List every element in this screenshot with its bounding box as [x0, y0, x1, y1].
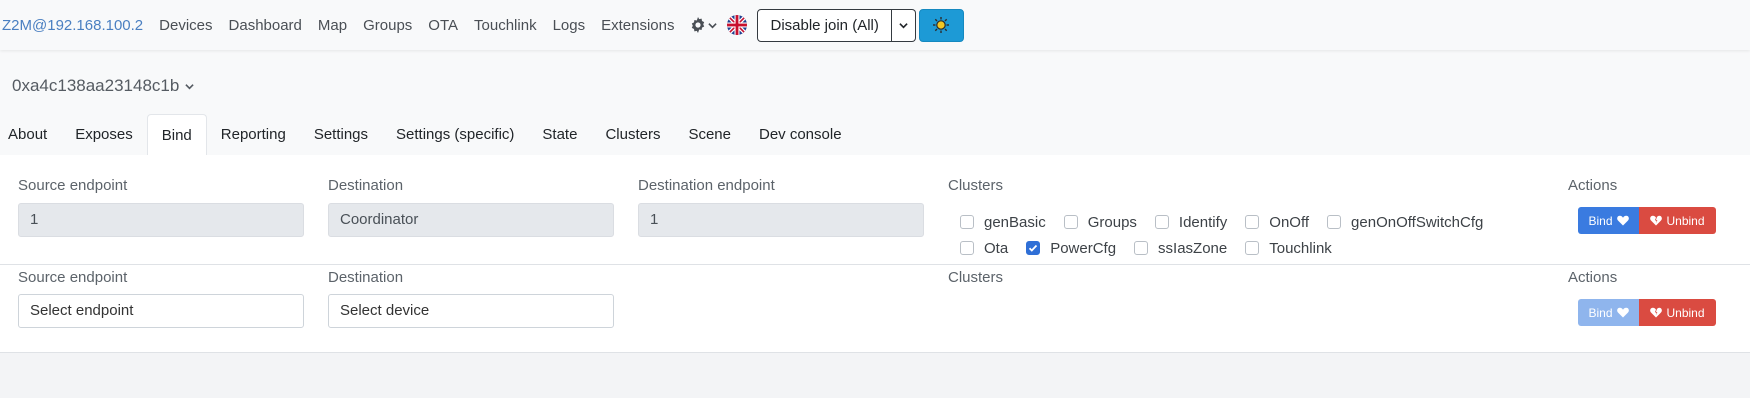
- tab-state[interactable]: State: [528, 114, 591, 156]
- nav-touchlink[interactable]: Touchlink: [474, 17, 537, 34]
- tab-bind[interactable]: Bind: [146, 114, 207, 156]
- language-flag-icon[interactable]: [727, 15, 748, 35]
- cluster-checkbox-touchlink[interactable]: Touchlink: [1245, 240, 1332, 257]
- device-title: 0xa4c138aa23148c1b: [12, 76, 180, 95]
- clusters-checkbox-group: genBasic Groups Identify OnOff genOnOffSwitc…: [960, 209, 1520, 261]
- cluster-label: genOnOffSwitchCfg: [1351, 213, 1484, 231]
- nav-devices[interactable]: Devices: [159, 17, 212, 34]
- unbind-button-label: Unbind: [1666, 305, 1705, 320]
- tab-reporting[interactable]: Reporting: [207, 114, 300, 156]
- cluster-checkbox-powercfg[interactable]: PowerCfg: [1026, 240, 1116, 257]
- tab-settings-specific[interactable]: Settings (specific): [382, 114, 528, 156]
- clusters-label: Clusters: [948, 177, 1004, 194]
- destination-label: Destination: [328, 177, 404, 194]
- gear-icon: [692, 17, 705, 33]
- disable-join-button[interactable]: Disable join (All): [757, 8, 892, 42]
- tab-settings[interactable]: Settings: [300, 114, 382, 156]
- nav-logs[interactable]: Logs: [553, 17, 586, 34]
- cluster-label: Groups: [1087, 213, 1137, 231]
- cluster-label: Ota: [984, 239, 1009, 257]
- cluster-checkbox-groups[interactable]: Groups: [1063, 213, 1137, 231]
- tab-exposes[interactable]: Exposes: [61, 114, 147, 156]
- device-selector[interactable]: 0xa4c138aa23148c1b: [12, 76, 195, 96]
- checkbox-icon[interactable]: [1154, 215, 1169, 229]
- cluster-label: Identify: [1178, 213, 1228, 231]
- source-endpoint-label: Source endpoint: [18, 177, 128, 194]
- checkbox-icon[interactable]: [960, 241, 974, 255]
- destination-endpoint-label: Destination endpoint: [638, 177, 775, 194]
- new-binding-row: Source endpoint Select endpoint Destinat…: [0, 265, 1750, 353]
- chevron-down-icon: [185, 83, 195, 89]
- cluster-label: ssIasZone: [1158, 239, 1228, 257]
- unbind-button[interactable]: Unbind: [1639, 207, 1716, 234]
- tab-scene[interactable]: Scene: [674, 114, 745, 156]
- cluster-checkbox-identify[interactable]: Identify: [1154, 213, 1228, 231]
- checkbox-icon[interactable]: [1327, 215, 1342, 229]
- sun-icon: [933, 17, 950, 33]
- theme-toggle-button[interactable]: [918, 8, 964, 42]
- broken-heart-icon: [1650, 307, 1663, 318]
- binding-row: Source endpoint 1 Destination Coordinato…: [0, 155, 1750, 265]
- cluster-checkbox-ota[interactable]: Ota: [960, 240, 1008, 257]
- chevron-down-icon: [708, 22, 718, 28]
- cluster-checkbox-ssiaszone[interactable]: ssIasZone: [1134, 240, 1227, 257]
- unbind-button[interactable]: Unbind: [1639, 299, 1716, 326]
- bind-button-label: Bind: [1588, 305, 1613, 320]
- cluster-checkbox-onoff[interactable]: OnOff: [1245, 214, 1309, 231]
- cluster-label: PowerCfg: [1050, 239, 1117, 257]
- tab-clusters[interactable]: Clusters: [591, 114, 674, 156]
- cluster-checkbox-genonoffswitchcfg[interactable]: genOnOffSwitchCfg: [1327, 214, 1483, 231]
- nav-dashboard[interactable]: Dashboard: [229, 17, 302, 34]
- source-endpoint-field: 1: [18, 203, 304, 237]
- footer-strip: [0, 353, 1750, 398]
- nav-extensions[interactable]: Extensions: [601, 17, 674, 34]
- clusters-line: genBasic Groups Identify OnOff genOnOffSwitc…: [960, 209, 1520, 235]
- checkbox-icon[interactable]: [1245, 241, 1260, 255]
- unbind-button-label: Unbind: [1666, 213, 1705, 228]
- checkbox-icon[interactable]: [960, 215, 974, 229]
- actions-label: Actions: [1568, 177, 1618, 194]
- source-endpoint-select[interactable]: Select endpoint: [18, 294, 304, 328]
- settings-menu-toggle[interactable]: [690, 17, 718, 33]
- source-endpoint-label: Source endpoint: [18, 269, 128, 286]
- checkbox-checked-icon[interactable]: [1026, 241, 1041, 255]
- clusters-line: Ota PowerCfg ssIasZone Touchlink: [960, 235, 1520, 261]
- top-navbar: Z2M@192.168.100.2 Devices Dashboard Map …: [0, 0, 1750, 50]
- tab-dev-console[interactable]: Dev console: [745, 114, 856, 156]
- destination-label: Destination: [328, 269, 404, 286]
- join-dropdown-toggle[interactable]: [891, 8, 916, 42]
- permit-join-group: Disable join (All): [757, 8, 916, 42]
- nav-map[interactable]: Map: [318, 17, 347, 34]
- clusters-label: Clusters: [948, 269, 1004, 286]
- brand-link[interactable]: Z2M@192.168.100.2: [2, 17, 143, 34]
- bind-button[interactable]: Bind: [1578, 207, 1639, 234]
- checkbox-icon[interactable]: [1063, 215, 1078, 229]
- actions-label: Actions: [1568, 269, 1618, 286]
- binding-actions: Bind Unbind: [1578, 207, 1716, 234]
- new-binding-actions: Bind Unbind: [1578, 299, 1716, 326]
- bind-button-label: Bind: [1588, 213, 1613, 228]
- cluster-label: genBasic: [984, 213, 1046, 231]
- device-tabs: About Exposes Bind Reporting Settings Se…: [0, 114, 856, 156]
- chevron-down-icon: [899, 22, 908, 28]
- bind-panel: Source endpoint 1 Destination Coordinato…: [0, 155, 1750, 353]
- destination-select[interactable]: Select device: [328, 294, 614, 328]
- cluster-label: Touchlink: [1269, 239, 1332, 257]
- checkbox-icon[interactable]: [1245, 215, 1260, 229]
- broken-heart-icon: [1650, 215, 1663, 226]
- cluster-checkbox-genbasic[interactable]: genBasic: [960, 214, 1046, 231]
- destination-endpoint-field: 1: [638, 203, 924, 237]
- nav-groups[interactable]: Groups: [363, 17, 412, 34]
- bind-button[interactable]: Bind: [1578, 299, 1639, 326]
- heart-icon: [1616, 215, 1629, 226]
- checkbox-icon[interactable]: [1134, 241, 1149, 255]
- heart-icon: [1616, 307, 1629, 318]
- cluster-label: OnOff: [1269, 213, 1310, 231]
- destination-field: Coordinator: [328, 203, 614, 237]
- nav-ota[interactable]: OTA: [428, 17, 458, 34]
- tab-about[interactable]: About: [0, 114, 61, 156]
